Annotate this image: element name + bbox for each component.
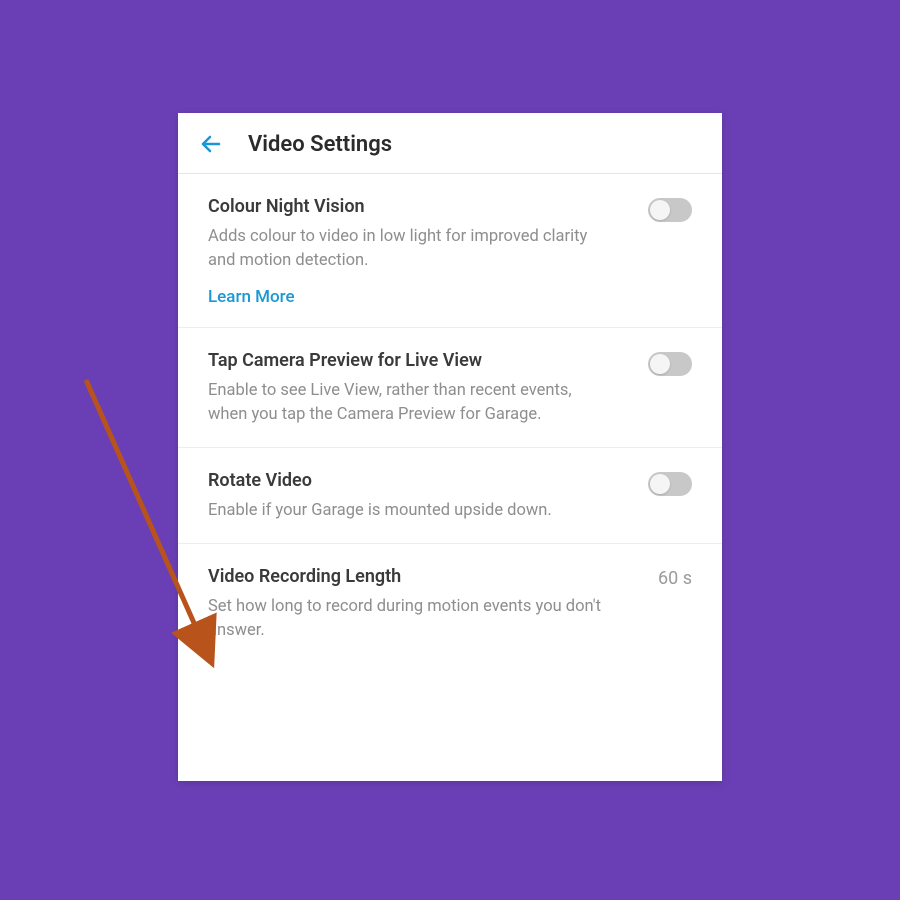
toggle-knob (650, 354, 670, 374)
colour-night-vision-toggle[interactable] (648, 198, 692, 222)
tap-camera-preview-toggle[interactable] (648, 352, 692, 376)
setting-title: Rotate Video (208, 470, 552, 491)
setting-tap-camera-preview: Tap Camera Preview for Live View Enable … (178, 328, 722, 448)
setting-title: Colour Night Vision (208, 196, 608, 217)
setting-description: Enable to see Live View, rather than rec… (208, 379, 608, 427)
setting-description: Set how long to record during motion eve… (208, 595, 608, 643)
setting-title: Video Recording Length (208, 566, 608, 587)
learn-more-link[interactable]: Learn More (208, 287, 295, 307)
rotate-video-toggle[interactable] (648, 472, 692, 496)
setting-colour-night-vision: Colour Night Vision Adds colour to video… (178, 174, 722, 328)
toggle-knob (650, 200, 670, 220)
setting-rotate-video: Rotate Video Enable if your Garage is mo… (178, 448, 722, 544)
setting-description: Adds colour to video in low light for im… (208, 225, 608, 273)
setting-title: Tap Camera Preview for Live View (208, 350, 608, 371)
toggle-knob (650, 474, 670, 494)
header: Video Settings (178, 113, 722, 174)
back-arrow-icon[interactable] (198, 131, 224, 157)
settings-panel: Video Settings Colour Night Vision Adds … (178, 113, 722, 781)
setting-description: Enable if your Garage is mounted upside … (208, 499, 552, 523)
setting-video-recording-length[interactable]: Video Recording Length Set how long to r… (178, 544, 722, 663)
page-title: Video Settings (248, 132, 392, 157)
video-recording-length-value: 60 s (658, 568, 692, 589)
